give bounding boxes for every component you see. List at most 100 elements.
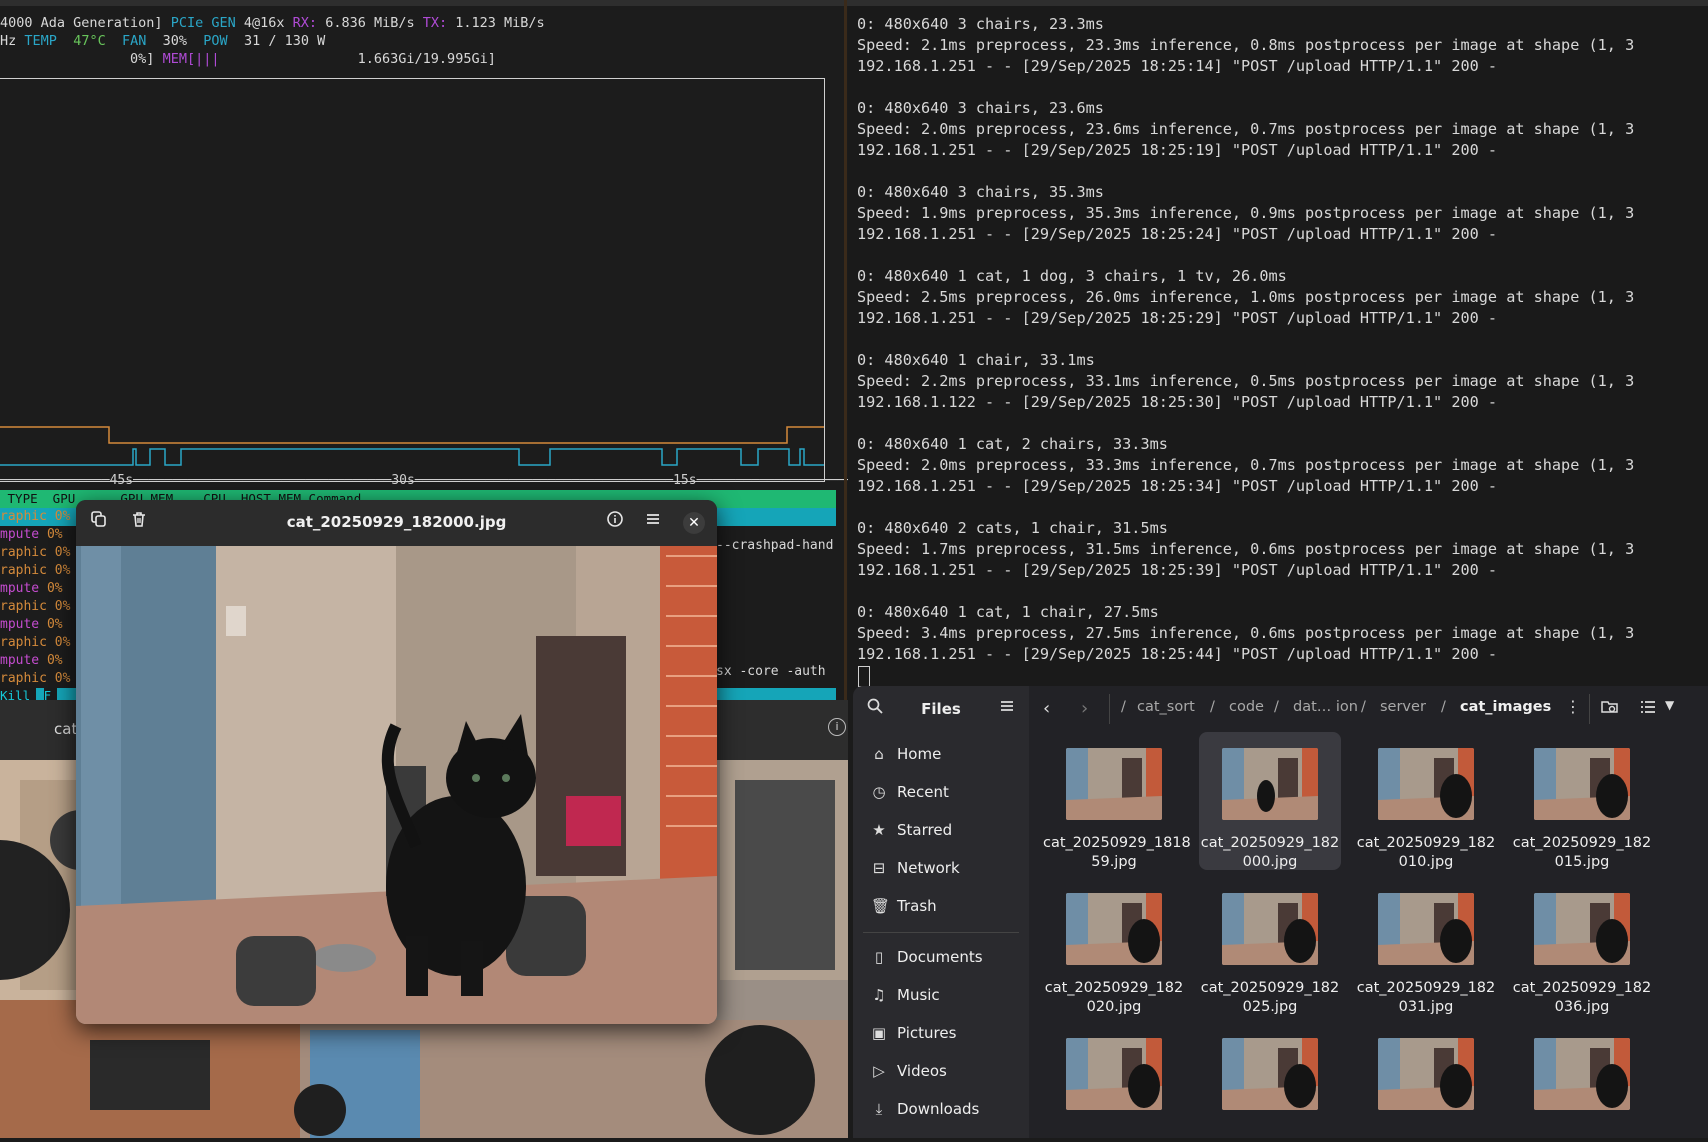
sidebar-item-trash[interactable]: 🗑 Trash xyxy=(871,895,937,917)
file-name: cat_20250929_182 xyxy=(1356,835,1496,851)
process-list[interactable]: raphic 0% mpute 0% raphic 0% raphic 0% m… xyxy=(0,508,70,688)
file-thumbnail xyxy=(1222,893,1318,965)
log-line: Speed: 1.9ms preprocess, 35.3ms inferenc… xyxy=(857,204,1635,222)
file-tile[interactable]: cat_20250929_182 025.jpg xyxy=(1199,877,1341,1015)
picture-icon: ▣ xyxy=(871,1024,887,1042)
sidebar-item-network[interactable]: ⊟ Network xyxy=(871,857,960,879)
info-icon[interactable] xyxy=(602,510,628,536)
menu-glyph xyxy=(647,514,659,524)
folder-search-icon[interactable] xyxy=(1601,698,1619,720)
file-tile[interactable] xyxy=(1199,1022,1341,1138)
file-thumbnail xyxy=(1066,893,1162,965)
process-row[interactable]: raphic 0% xyxy=(0,634,70,652)
trash-icon: 🗑 xyxy=(871,897,891,915)
forward-icon[interactable]: › xyxy=(1081,698,1088,719)
thumbnail-image xyxy=(1066,893,1162,965)
gpu-stats-line: Hz TEMP 47°C FAN 30% POW 31 / 130 W xyxy=(0,33,326,49)
home-icon: ⌂ xyxy=(874,745,884,763)
sidebar-item-home[interactable]: ⌂ Home xyxy=(871,743,941,765)
process-row[interactable]: raphic 0% xyxy=(0,508,70,526)
clock-icon: ◷ xyxy=(872,783,886,801)
menu-icon[interactable] xyxy=(640,510,666,536)
path-separator: / xyxy=(1361,699,1366,715)
thumbnail-image xyxy=(1066,748,1162,820)
close-icon[interactable]: ✕ xyxy=(683,512,705,534)
list-view-icon[interactable] xyxy=(1639,698,1657,720)
process-row[interactable]: mpute 0% xyxy=(0,616,70,634)
background-viewer-title: cat xyxy=(54,720,78,738)
process-command: sx -core -auth xyxy=(716,664,826,679)
file-thumbnail xyxy=(1222,748,1318,820)
file-tile[interactable] xyxy=(1511,1022,1653,1138)
file-name: cat_20250929_182 xyxy=(1356,980,1496,996)
file-tile[interactable]: cat_20250929_182 020.jpg xyxy=(1043,877,1185,1015)
thumbnail-image xyxy=(1378,1038,1474,1110)
breadcrumb-server[interactable]: server xyxy=(1380,699,1426,715)
back-icon[interactable]: ‹ xyxy=(1043,698,1050,719)
process-row[interactable]: raphic 0% xyxy=(0,598,70,616)
sidebar-item-starred[interactable]: ★ Starred xyxy=(871,819,952,841)
log-line: 0: 480x640 3 chairs, 23.3ms xyxy=(857,15,1104,33)
file-thumbnail xyxy=(1378,893,1474,965)
file-tile[interactable]: cat_20250929_182 031.jpg xyxy=(1355,877,1497,1015)
file-tile[interactable]: cat_20250929_182 036.jpg xyxy=(1511,877,1653,1015)
sidebar-item-pictures[interactable]: ▣ Pictures xyxy=(871,1022,957,1044)
breadcrumb-cat-images[interactable]: cat_images xyxy=(1460,699,1551,715)
time-axis: ──────────────45s───────────────────────… xyxy=(0,473,931,488)
process-row[interactable]: mpute 0% xyxy=(0,580,70,598)
file-thumbnail xyxy=(1066,748,1162,820)
file-tile[interactable]: cat_20250929_182 010.jpg xyxy=(1355,732,1497,870)
file-thumbnail xyxy=(1378,748,1474,820)
menu-icon[interactable] xyxy=(999,698,1015,718)
log-gap xyxy=(848,77,1708,98)
process-row[interactable]: raphic 0% xyxy=(0,562,70,580)
log-line: 192.168.1.251 - - [29/Sep/2025 18:25:29]… xyxy=(857,309,1498,327)
pane-divider[interactable] xyxy=(844,0,847,700)
log-line: 192.168.1.251 - - [29/Sep/2025 18:25:34]… xyxy=(857,477,1498,495)
toolbar-separator xyxy=(1109,694,1110,724)
file-tile[interactable]: cat_20250929_182 000.jpg xyxy=(1199,732,1341,870)
image-viewer-window[interactable]: cat_20250929_182000.jpg ✕ xyxy=(76,500,717,1024)
sidebar-item-documents[interactable]: ▯ Documents xyxy=(871,946,983,968)
file-name-ext: 015.jpg xyxy=(1554,854,1610,870)
breadcrumb-collapsed[interactable]: dat… ion xyxy=(1293,699,1358,715)
process-row[interactable]: mpute 0% xyxy=(0,526,70,544)
log-gap xyxy=(848,413,1708,434)
download-icon: ⤓ xyxy=(875,1100,883,1118)
document-icon: ▯ xyxy=(874,948,884,966)
log-gap xyxy=(848,665,1708,686)
log-gap xyxy=(848,329,1708,350)
log-line: Speed: 2.0ms preprocess, 23.6ms inferenc… xyxy=(857,120,1635,138)
log-gap xyxy=(848,245,1708,266)
breadcrumb-cat-sort[interactable]: cat_sort xyxy=(1137,699,1195,715)
sidebar-item-downloads[interactable]: ⤓ Downloads xyxy=(871,1098,980,1120)
file-name-ext: 036.jpg xyxy=(1554,999,1610,1015)
log-output: 0: 480x640 3 chairs, 23.3ms Speed: 2.1ms … xyxy=(848,14,1708,686)
sidebar-item-recent[interactable]: ◷ Recent xyxy=(871,781,948,803)
file-tile[interactable]: cat_20250929_182 015.jpg xyxy=(1511,732,1653,870)
files-window[interactable]: Files ⌂ Home ◷ Recent ★ Starred ⊟ Network 🗑 T… xyxy=(853,686,1708,1138)
process-row[interactable]: raphic 0% xyxy=(0,670,70,688)
sidebar-item-music[interactable]: ♫ Music xyxy=(871,984,939,1006)
server-log-terminal[interactable]: 0: 480x640 3 chairs, 23.3ms Speed: 2.1ms … xyxy=(848,6,1708,690)
process-row[interactable]: mpute 0% xyxy=(0,652,70,670)
file-tile[interactable] xyxy=(1355,1022,1497,1138)
log-line: 0: 480x640 3 chairs, 35.3ms xyxy=(857,183,1104,201)
process-command: --crashpad-hand xyxy=(716,538,834,553)
folder-search-glyph xyxy=(1601,701,1618,713)
log-line: 0: 480x640 1 cat, 2 chairs, 33.3ms xyxy=(857,435,1168,453)
file-tile[interactable] xyxy=(1043,1022,1185,1138)
sidebar-item-videos[interactable]: ▷ Videos xyxy=(871,1060,947,1082)
log-gap xyxy=(848,161,1708,182)
file-name: cat_20250929_182 xyxy=(1512,980,1652,996)
chevron-down-icon[interactable]: ▼ xyxy=(1665,698,1674,712)
kebab-menu-icon[interactable]: ⋮ xyxy=(1565,697,1581,716)
process-row[interactable]: raphic 0% xyxy=(0,544,70,562)
info-icon[interactable]: i xyxy=(828,718,846,736)
path-separator: / xyxy=(1210,699,1215,715)
breadcrumb-code[interactable]: code xyxy=(1229,699,1264,715)
log-line: 0: 480x640 1 cat, 1 chair, 27.5ms xyxy=(857,603,1159,621)
video-icon: ▷ xyxy=(873,1062,885,1080)
log-line: Speed: 2.5ms preprocess, 26.0ms inferenc… xyxy=(857,288,1635,306)
file-tile[interactable]: cat_20250929_1818 59.jpg xyxy=(1043,732,1191,870)
